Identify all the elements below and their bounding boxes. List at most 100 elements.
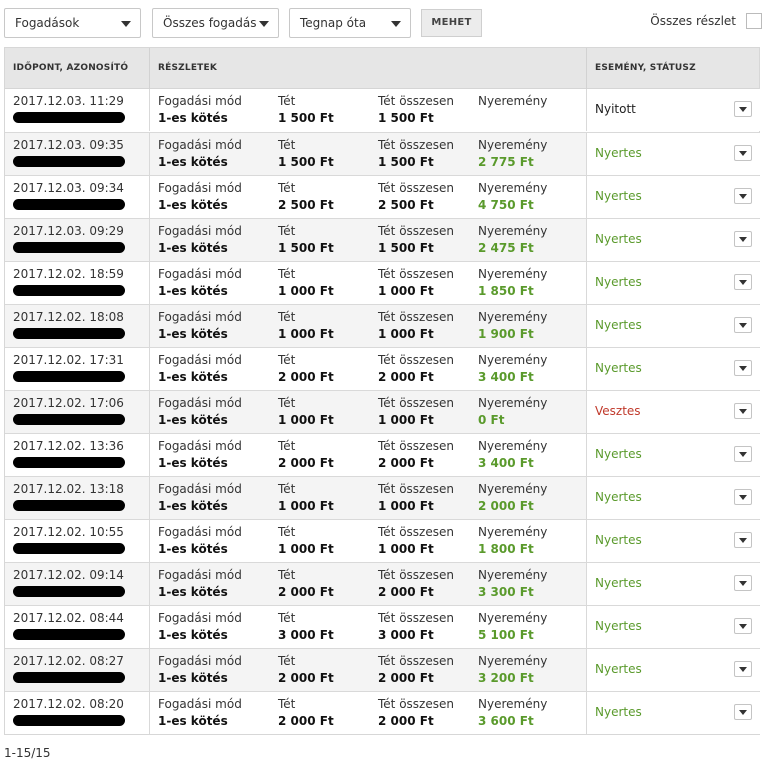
table-header: IDŐPONT, AZONOSÍTÓ RÉSZLETEK ESEMÉNY, ST… bbox=[5, 48, 759, 89]
bet-mode-label: Fogadási mód bbox=[158, 697, 242, 711]
status-cell: Nyertes bbox=[587, 133, 760, 175]
total-stake-value: 1 000 Ft bbox=[378, 499, 434, 513]
total-stake-label: Tét összesen bbox=[378, 482, 454, 496]
table-row[interactable]: 2017.12.02. 18:59 Fogadási mód 1-es kötés T… bbox=[5, 261, 760, 304]
stake-label: Tét bbox=[278, 181, 296, 195]
winnings-cell: Nyeremény 3 400 Ft bbox=[478, 438, 547, 472]
time-id-cell: 2017.12.02. 08:27 bbox=[13, 653, 125, 683]
stake-cell: Tét 2 000 Ft bbox=[278, 438, 334, 472]
status-cell: Nyertes bbox=[587, 219, 760, 261]
table-row[interactable]: 2017.12.02. 09:14 Fogadási mód 1-es kötés T… bbox=[5, 562, 760, 605]
bet-time: 2017.12.02. 10:55 bbox=[13, 525, 124, 539]
bet-scope-select[interactable]: Összes fogadás bbox=[152, 8, 279, 38]
total-stake-cell: Tét összesen 1 000 Ft bbox=[378, 266, 454, 300]
bet-type-select[interactable]: Fogadások bbox=[4, 8, 141, 38]
total-stake-cell: Tét összesen 1 000 Ft bbox=[378, 309, 454, 343]
bet-time: 2017.12.02. 08:27 bbox=[13, 654, 124, 668]
column-divider bbox=[149, 348, 150, 390]
table-row[interactable]: 2017.12.02. 08:44 Fogadási mód 1-es kötés T… bbox=[5, 605, 760, 648]
bet-mode-value: 1-es kötés bbox=[158, 111, 228, 125]
expand-dropdown-icon[interactable] bbox=[734, 188, 752, 204]
table-row[interactable]: 2017.12.02. 08:27 Fogadási mód 1-es kötés T… bbox=[5, 648, 760, 691]
bet-time: 2017.12.02. 18:59 bbox=[13, 267, 124, 281]
status-badge: Nyertes bbox=[595, 619, 642, 633]
total-stake-value: 2 500 Ft bbox=[378, 198, 434, 212]
status-badge: Nyertes bbox=[595, 662, 642, 676]
all-details-checkbox[interactable] bbox=[746, 13, 762, 29]
chevron-down-icon bbox=[259, 21, 269, 27]
winnings-value: 3 600 Ft bbox=[478, 714, 534, 728]
bet-mode-value: 1-es kötés bbox=[158, 327, 228, 341]
total-stake-cell: Tét összesen 1 500 Ft bbox=[378, 137, 454, 171]
table-row[interactable]: 2017.12.03. 11:29 Fogadási mód 1-es kötés T… bbox=[5, 89, 760, 132]
expand-dropdown-icon[interactable] bbox=[734, 360, 752, 376]
stake-label: Tét bbox=[278, 353, 296, 367]
winnings-cell: Nyeremény 1 850 Ft bbox=[478, 266, 547, 300]
total-stake-label: Tét összesen bbox=[378, 439, 454, 453]
bet-mode-label: Fogadási mód bbox=[158, 267, 242, 281]
table-row[interactable]: 2017.12.02. 13:36 Fogadási mód 1-es kötés T… bbox=[5, 433, 760, 476]
table-row[interactable]: 2017.12.02. 10:55 Fogadási mód 1-es kötés T… bbox=[5, 519, 760, 562]
stake-label: Tét bbox=[278, 138, 296, 152]
total-stake-label: Tét összesen bbox=[378, 181, 454, 195]
expand-dropdown-icon[interactable] bbox=[734, 532, 752, 548]
expand-dropdown-icon[interactable] bbox=[734, 274, 752, 290]
go-button[interactable]: MEHET bbox=[421, 9, 482, 37]
table-row[interactable]: 2017.12.03. 09:35 Fogadási mód 1-es kötés T… bbox=[5, 132, 760, 175]
time-id-cell: 2017.12.02. 17:06 bbox=[13, 395, 125, 425]
total-stake-label: Tét összesen bbox=[378, 697, 454, 711]
redacted-bet-id bbox=[13, 199, 125, 210]
expand-dropdown-icon[interactable] bbox=[734, 575, 752, 591]
total-stake-label: Tét összesen bbox=[378, 568, 454, 582]
column-header-time-id: IDŐPONT, AZONOSÍTÓ bbox=[13, 63, 129, 73]
redacted-bet-id bbox=[13, 672, 125, 683]
expand-dropdown-icon[interactable] bbox=[734, 661, 752, 677]
status-badge: Nyertes bbox=[595, 318, 642, 332]
expand-dropdown-icon[interactable] bbox=[734, 231, 752, 247]
bet-mode-value: 1-es kötés bbox=[158, 284, 228, 298]
bet-mode-cell: Fogadási mód 1-es kötés bbox=[158, 567, 242, 601]
winnings-value: 5 100 Ft bbox=[478, 628, 534, 642]
expand-dropdown-icon[interactable] bbox=[734, 403, 752, 419]
stake-label: Tét bbox=[278, 697, 296, 711]
stake-value: 1 500 Ft bbox=[278, 111, 334, 125]
expand-dropdown-icon[interactable] bbox=[734, 101, 752, 117]
total-stake-label: Tét összesen bbox=[378, 224, 454, 238]
stake-cell: Tét 1 000 Ft bbox=[278, 524, 334, 558]
expand-dropdown-icon[interactable] bbox=[734, 618, 752, 634]
period-select[interactable]: Tegnap óta bbox=[289, 8, 411, 38]
winnings-cell: Nyeremény 2 000 Ft bbox=[478, 481, 547, 515]
stake-cell: Tét 2 000 Ft bbox=[278, 567, 334, 601]
status-badge: Nyertes bbox=[595, 490, 642, 504]
expand-dropdown-icon[interactable] bbox=[734, 145, 752, 161]
column-header-event-status: ESEMÉNY, STÁTUSZ bbox=[595, 63, 696, 73]
bet-mode-cell: Fogadási mód 1-es kötés bbox=[158, 653, 242, 687]
stake-cell: Tét 1 500 Ft bbox=[278, 223, 334, 257]
winnings-label: Nyeremény bbox=[478, 138, 548, 152]
time-id-cell: 2017.12.02. 13:36 bbox=[13, 438, 125, 468]
expand-dropdown-icon[interactable] bbox=[734, 446, 752, 462]
status-badge: Nyertes bbox=[595, 705, 642, 719]
total-stake-label: Tét összesen bbox=[378, 94, 454, 108]
bet-mode-cell: Fogadási mód 1-es kötés bbox=[158, 524, 242, 558]
table-row[interactable]: 2017.12.02. 13:18 Fogadási mód 1-es kötés T… bbox=[5, 476, 760, 519]
table-row[interactable]: 2017.12.03. 09:34 Fogadási mód 1-es kötés T… bbox=[5, 175, 760, 218]
all-details-toggle[interactable]: Összes részlet bbox=[644, 13, 764, 31]
table-row[interactable]: 2017.12.02. 17:06 Fogadási mód 1-es kötés T… bbox=[5, 390, 760, 433]
time-id-cell: 2017.12.02. 17:31 bbox=[13, 352, 125, 382]
expand-dropdown-icon[interactable] bbox=[734, 704, 752, 720]
bet-mode-label: Fogadási mód bbox=[158, 568, 242, 582]
winnings-label: Nyeremény bbox=[478, 611, 548, 625]
winnings-label: Nyeremény bbox=[478, 654, 548, 668]
table-row[interactable]: 2017.12.02. 08:20 Fogadási mód 1-es kötés T… bbox=[5, 691, 760, 734]
expand-dropdown-icon[interactable] bbox=[734, 489, 752, 505]
redacted-bet-id bbox=[13, 328, 125, 339]
table-row[interactable]: 2017.12.03. 09:29 Fogadási mód 1-es kötés T… bbox=[5, 218, 760, 261]
table-row[interactable]: 2017.12.02. 18:08 Fogadási mód 1-es kötés T… bbox=[5, 304, 760, 347]
redacted-bet-id bbox=[13, 500, 125, 511]
winnings-value: 1 850 Ft bbox=[478, 284, 534, 298]
expand-dropdown-icon[interactable] bbox=[734, 317, 752, 333]
table-row[interactable]: 2017.12.02. 17:31 Fogadási mód 1-es kötés T… bbox=[5, 347, 760, 390]
stake-value: 1 500 Ft bbox=[278, 155, 334, 169]
total-stake-value: 3 000 Ft bbox=[378, 628, 434, 642]
